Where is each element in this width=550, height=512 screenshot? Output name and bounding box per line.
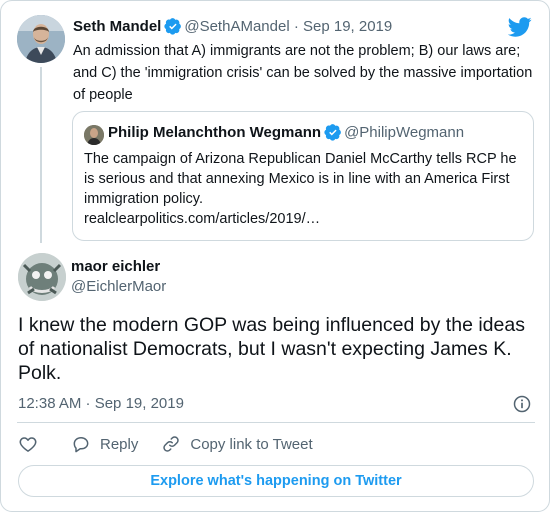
- tweet-embed-card: Seth Mandel @SethAMandel · Sep 19, 2019 A…: [0, 0, 550, 512]
- like-button[interactable]: [18, 434, 38, 454]
- reply-icon: [73, 437, 89, 453]
- parent-tweet-text: An admission that A) immigrants are not …: [73, 43, 533, 103]
- parent-tweet-date[interactable]: Sep 19, 2019: [303, 18, 392, 35]
- main-author-name[interactable]: maor eichler: [71, 257, 160, 277]
- reply-button[interactable]: Reply: [71, 434, 138, 454]
- avatar-seth-mandel[interactable]: [17, 15, 65, 63]
- parent-author-handle[interactable]: @SethAMandel: [184, 18, 289, 35]
- avatar-maor-eichler[interactable]: [18, 253, 66, 301]
- thread-connector-line: [40, 67, 42, 243]
- parent-author-name[interactable]: Seth Mandel: [73, 18, 161, 35]
- heart-icon: [19, 437, 37, 452]
- quoted-tweet-text: The campaign of Arizona Republican Danie…: [84, 149, 524, 229]
- main-tweet-text: I knew the modern GOP was being influenc…: [18, 314, 525, 384]
- divider: [17, 422, 535, 423]
- main-tweet-timestamp[interactable]: 12:38 AM · Sep 19, 2019: [18, 394, 184, 414]
- avatar-philip-wegmann: [84, 125, 104, 145]
- quoted-tweet-header: Philip Melanchthon Wegmann @PhilipWegmann: [108, 123, 464, 143]
- verified-badge-icon: [164, 18, 182, 35]
- quoted-tweet[interactable]: Philip Melanchthon Wegmann @PhilipWegmann…: [72, 111, 534, 241]
- info-icon[interactable]: [512, 394, 532, 414]
- quoted-author-handle: @PhilipWegmann: [344, 124, 465, 141]
- link-icon: [163, 436, 180, 452]
- copy-link-label: Copy link to Tweet: [190, 435, 313, 453]
- quoted-author-name: Philip Melanchthon Wegmann: [108, 124, 322, 141]
- reply-label: Reply: [100, 435, 139, 453]
- twitter-bird-icon[interactable]: [508, 15, 532, 39]
- main-author-handle[interactable]: @EichlerMaor: [71, 277, 166, 297]
- verified-badge-icon: [324, 124, 341, 141]
- tweet-actions-bar: Reply Copy link to Tweet: [18, 433, 313, 455]
- copy-link-button[interactable]: Copy link to Tweet: [161, 434, 313, 454]
- quoted-tweet-body: The campaign of Arizona Republican Danie…: [84, 151, 517, 207]
- header-separator: ·: [293, 18, 299, 35]
- explore-twitter-button[interactable]: Explore what's happening on Twitter: [18, 465, 534, 497]
- parent-tweet-header: Seth Mandel @SethAMandel · Sep 19, 2019: [73, 17, 392, 37]
- quoted-tweet-link[interactable]: realclearpolitics.com/articles/2019/…: [84, 211, 320, 227]
